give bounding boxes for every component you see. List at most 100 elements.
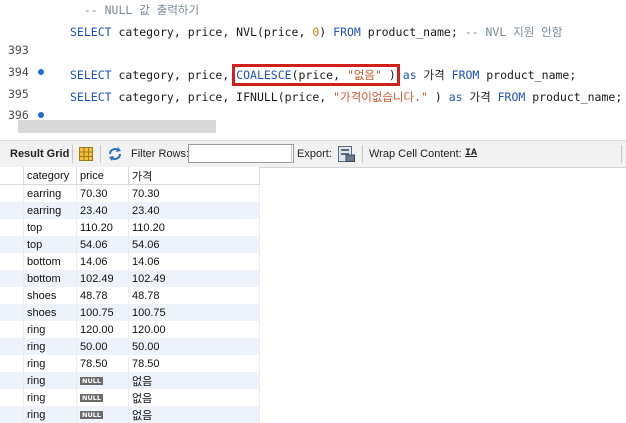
grid-header-row: category price 가격 bbox=[0, 167, 260, 185]
price-alias-cell[interactable]: 78.50 bbox=[129, 355, 260, 372]
price-alias-cell[interactable]: 50.00 bbox=[129, 338, 260, 355]
table-row[interactable]: ringNULL 없음 bbox=[0, 372, 260, 389]
export-file-icon[interactable] bbox=[338, 146, 355, 162]
code-line[interactable]: 393 -- NULL 값 출력하기 bbox=[0, 0, 626, 20]
price-alias-cell[interactable]: 14.06 bbox=[129, 253, 260, 270]
table-row[interactable]: shoes100.75100.75 bbox=[0, 304, 260, 321]
category-cell[interactable]: shoes bbox=[24, 287, 77, 304]
price-alias-cell[interactable]: 100.75 bbox=[129, 304, 260, 321]
code-text[interactable]: SELECT category, price, COALESCE(price, … bbox=[70, 65, 576, 85]
refresh-icon[interactable] bbox=[107, 146, 123, 162]
row-header-cell[interactable] bbox=[0, 355, 24, 372]
category-cell[interactable]: top bbox=[24, 219, 77, 236]
price-alias-cell[interactable]: 없음 bbox=[129, 372, 260, 389]
row-header-cell[interactable] bbox=[0, 304, 24, 321]
price-cell[interactable]: NULL bbox=[77, 406, 129, 423]
table-row[interactable]: shoes48.7848.78 bbox=[0, 287, 260, 304]
price-alias-cell[interactable]: 70.30 bbox=[129, 185, 260, 203]
category-cell[interactable]: ring bbox=[24, 338, 77, 355]
table-row[interactable]: ring78.5078.50 bbox=[0, 355, 260, 372]
price-alias-cell[interactable]: 48.78 bbox=[129, 287, 260, 304]
result-grid[interactable]: category price 가격 earring70.3070.30earri… bbox=[0, 167, 260, 423]
row-header-cell[interactable] bbox=[0, 219, 24, 236]
code-text[interactable]: SELECT category, price, NVL(price, 0) FR… bbox=[70, 22, 562, 42]
table-row[interactable]: earring23.4023.40 bbox=[0, 202, 260, 219]
sql-editor[interactable]: 393 -- NULL 값 출력하기 394 SELECT category, … bbox=[0, 0, 626, 120]
result-toolbar: Result Grid Filter Rows: Export: Wrap Ce… bbox=[0, 140, 626, 168]
price-cell[interactable]: 48.78 bbox=[77, 287, 129, 304]
row-header-cell[interactable] bbox=[0, 321, 24, 338]
price-cell[interactable]: 102.49 bbox=[77, 270, 129, 287]
row-header-cell[interactable] bbox=[0, 202, 24, 219]
category-cell[interactable]: ring bbox=[24, 355, 77, 372]
price-cell[interactable]: 78.50 bbox=[77, 355, 129, 372]
price-cell[interactable]: 54.06 bbox=[77, 236, 129, 253]
toolbar-separator bbox=[621, 145, 622, 163]
result-grid-tab[interactable]: Result Grid bbox=[10, 141, 69, 167]
wrap-cell-content-label: Wrap Cell Content: bbox=[369, 141, 462, 167]
code-text[interactable]: -- NULL 값 출력하기 bbox=[70, 0, 199, 20]
category-cell[interactable]: bottom bbox=[24, 253, 77, 270]
grid-icon[interactable] bbox=[79, 147, 93, 161]
table-row[interactable]: ringNULL 없음 bbox=[0, 389, 260, 406]
category-cell[interactable]: earring bbox=[24, 185, 77, 203]
category-cell[interactable]: ring bbox=[24, 321, 77, 338]
row-header-cell[interactable] bbox=[0, 236, 24, 253]
row-header-cell[interactable] bbox=[0, 253, 24, 270]
code-line[interactable]: 398 bbox=[0, 108, 626, 120]
price-cell[interactable]: 70.30 bbox=[77, 185, 129, 203]
category-cell[interactable]: ring bbox=[24, 406, 77, 423]
price-cell[interactable]: 50.00 bbox=[77, 338, 129, 355]
price-alias-cell[interactable]: 23.40 bbox=[129, 202, 260, 219]
row-header-cell[interactable] bbox=[0, 338, 24, 355]
wrap-cell-toggle-icon[interactable]: IA bbox=[465, 141, 477, 167]
price-cell[interactable]: 120.00 bbox=[77, 321, 129, 338]
price-cell[interactable]: 23.40 bbox=[77, 202, 129, 219]
category-cell[interactable]: ring bbox=[24, 389, 77, 406]
code-line[interactable]: 395 bbox=[0, 44, 626, 64]
horizontal-scrollbar[interactable] bbox=[18, 120, 216, 133]
category-cell[interactable]: ring bbox=[24, 372, 77, 389]
column-header-price-alias[interactable]: 가격 bbox=[129, 167, 260, 185]
price-alias-cell[interactable]: 120.00 bbox=[129, 321, 260, 338]
table-row[interactable]: ring50.0050.00 bbox=[0, 338, 260, 355]
category-cell[interactable]: top bbox=[24, 236, 77, 253]
null-badge: NULL bbox=[80, 394, 103, 402]
column-header-category[interactable]: category bbox=[24, 167, 77, 185]
price-alias-cell[interactable]: 102.49 bbox=[129, 270, 260, 287]
price-alias-cell[interactable]: 110.20 bbox=[129, 219, 260, 236]
price-alias-cell[interactable]: 없음 bbox=[129, 389, 260, 406]
row-header-cell[interactable] bbox=[0, 270, 24, 287]
category-cell[interactable]: bottom bbox=[24, 270, 77, 287]
null-badge: NULL bbox=[80, 377, 103, 385]
price-cell[interactable]: NULL bbox=[77, 389, 129, 406]
code-line[interactable]: 394 SELECT category, price, NVL(price, 0… bbox=[0, 22, 626, 42]
category-cell[interactable]: shoes bbox=[24, 304, 77, 321]
row-header-cell[interactable] bbox=[0, 185, 24, 203]
row-header-corner bbox=[0, 167, 24, 185]
column-header-price[interactable]: price bbox=[77, 167, 129, 185]
comment-text: -- NULL 값 출력하기 bbox=[70, 3, 199, 17]
category-cell[interactable]: earring bbox=[24, 202, 77, 219]
price-alias-cell[interactable]: 없음 bbox=[129, 406, 260, 423]
table-row[interactable]: ring120.00120.00 bbox=[0, 321, 260, 338]
price-cell[interactable]: 14.06 bbox=[77, 253, 129, 270]
price-cell[interactable]: NULL bbox=[77, 372, 129, 389]
code-text[interactable]: SELECT category, price, IFNULL(price, "가… bbox=[70, 87, 622, 107]
row-header-cell[interactable] bbox=[0, 406, 24, 423]
row-header-cell[interactable] bbox=[0, 389, 24, 406]
table-row[interactable]: bottom14.0614.06 bbox=[0, 253, 260, 270]
table-row[interactable]: ringNULL없음 bbox=[0, 406, 260, 423]
price-alias-cell[interactable]: 54.06 bbox=[129, 236, 260, 253]
table-row[interactable]: top110.20110.20 bbox=[0, 219, 260, 236]
price-cell[interactable]: 100.75 bbox=[77, 304, 129, 321]
filter-rows-input[interactable] bbox=[188, 144, 294, 163]
table-row[interactable]: earring70.3070.30 bbox=[0, 185, 260, 203]
table-row[interactable]: top54.0654.06 bbox=[0, 236, 260, 253]
row-header-cell[interactable] bbox=[0, 372, 24, 389]
price-cell[interactable]: 110.20 bbox=[77, 219, 129, 236]
code-line[interactable]: 397 SELECT category, price, IFNULL(price… bbox=[0, 87, 626, 107]
row-header-cell[interactable] bbox=[0, 287, 24, 304]
code-line[interactable]: 396 SELECT category, price, COALESCE(pri… bbox=[0, 65, 626, 85]
table-row[interactable]: bottom102.49102.49 bbox=[0, 270, 260, 287]
